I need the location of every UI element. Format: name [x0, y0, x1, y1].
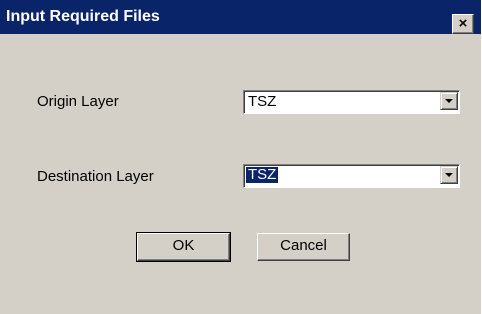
origin-layer-label: Origin Layer — [37, 93, 119, 110]
destination-layer-select[interactable]: TSZ — [243, 164, 460, 188]
destination-layer-label: Destination Layer — [37, 168, 154, 185]
ok-button[interactable]: OK — [136, 232, 231, 262]
chevron-down-icon[interactable] — [440, 92, 458, 110]
input-required-files-dialog: Input Required Files × Origin Layer TSZ … — [0, 0, 481, 314]
window-title: Input Required Files — [6, 8, 160, 25]
close-icon: × — [458, 15, 468, 32]
origin-layer-select[interactable]: TSZ — [243, 90, 460, 114]
chevron-down-icon[interactable] — [440, 166, 458, 184]
destination-layer-value: TSZ — [244, 166, 280, 184]
close-button[interactable]: × — [452, 14, 474, 34]
origin-layer-value: TSZ — [248, 93, 277, 110]
title-bar[interactable]: Input Required Files × — [0, 0, 481, 34]
cancel-button[interactable]: Cancel — [257, 233, 350, 261]
